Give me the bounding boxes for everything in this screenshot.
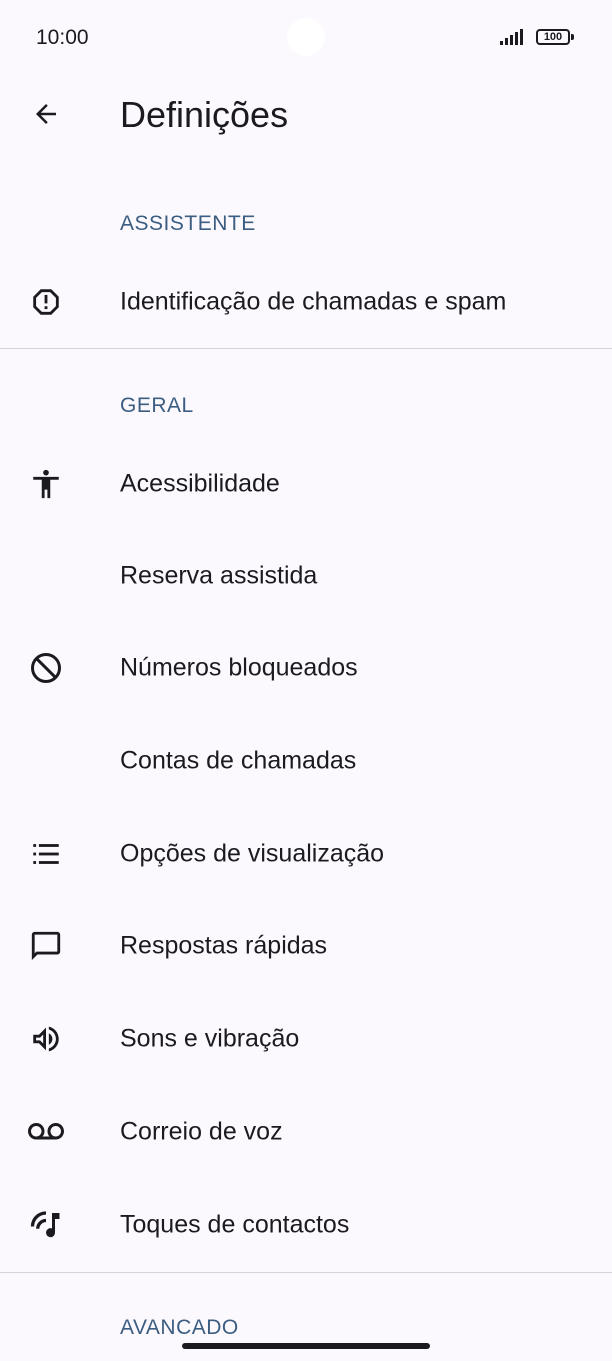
- section-header-assistant: ASSISTENTE: [120, 212, 256, 235]
- settings-item-voicemail[interactable]: Correio de voz: [0, 1086, 612, 1178]
- settings-item-label: Identificação de chamadas e spam: [120, 287, 507, 316]
- section-divider: [0, 1272, 612, 1273]
- battery-cap: [571, 34, 574, 40]
- signal-icon: [500, 29, 523, 45]
- settings-item-sounds-vibration[interactable]: Sons e vibração: [0, 993, 612, 1085]
- settings-item-label: Opções de visualização: [120, 839, 385, 868]
- app-bar: Definições: [0, 76, 612, 156]
- settings-item-label: Números bloqueados: [120, 653, 358, 682]
- accessibility-icon: [26, 464, 66, 504]
- settings-item-contact-ringtones[interactable]: Toques de contactos: [0, 1179, 612, 1271]
- chat-bubble-icon: [26, 926, 66, 966]
- arrow-back-icon: [36, 104, 56, 124]
- page-title: Definições: [120, 94, 289, 135]
- status-bar: 10:00 100: [0, 0, 612, 76]
- battery-icon: 100: [536, 29, 570, 45]
- settings-item-assisted-dialing[interactable]: Reserva assistida: [0, 530, 612, 622]
- section-divider: [0, 348, 612, 349]
- settings-item-display-options[interactable]: Opções de visualização: [0, 808, 612, 900]
- settings-item-blocked-numbers[interactable]: Números bloqueados: [0, 622, 612, 714]
- volume-icon: [26, 1019, 66, 1059]
- list-icon: [26, 834, 66, 874]
- settings-item-label: Acessibilidade: [120, 469, 280, 498]
- settings-item-label: Respostas rápidas: [120, 931, 328, 960]
- block-icon: [26, 648, 66, 688]
- settings-item-label: Contas de chamadas: [120, 746, 357, 775]
- settings-item-accessibility[interactable]: Acessibilidade: [0, 438, 612, 530]
- status-time: 10:00: [36, 26, 89, 49]
- section-header-general: GERAL: [120, 394, 194, 417]
- alert-octagon-icon: [26, 282, 66, 322]
- camera-cutout: [287, 18, 325, 56]
- settings-item-label: Correio de voz: [120, 1117, 283, 1146]
- settings-item-label: Toques de contactos: [120, 1210, 350, 1239]
- back-button[interactable]: [22, 90, 70, 138]
- voicemail-icon: [26, 1112, 66, 1152]
- settings-item-caller-id-spam[interactable]: Identificação de chamadas e spam: [0, 256, 612, 348]
- settings-item-quick-responses[interactable]: Respostas rápidas: [0, 900, 612, 992]
- settings-item-label: Sons e vibração: [120, 1024, 300, 1053]
- ringtone-icon: [26, 1205, 66, 1245]
- settings-item-label: Reserva assistida: [120, 561, 318, 590]
- home-gesture-handle[interactable]: [182, 1343, 430, 1349]
- settings-item-calling-accounts[interactable]: Contas de chamadas: [0, 715, 612, 807]
- battery-level: 100: [543, 31, 563, 43]
